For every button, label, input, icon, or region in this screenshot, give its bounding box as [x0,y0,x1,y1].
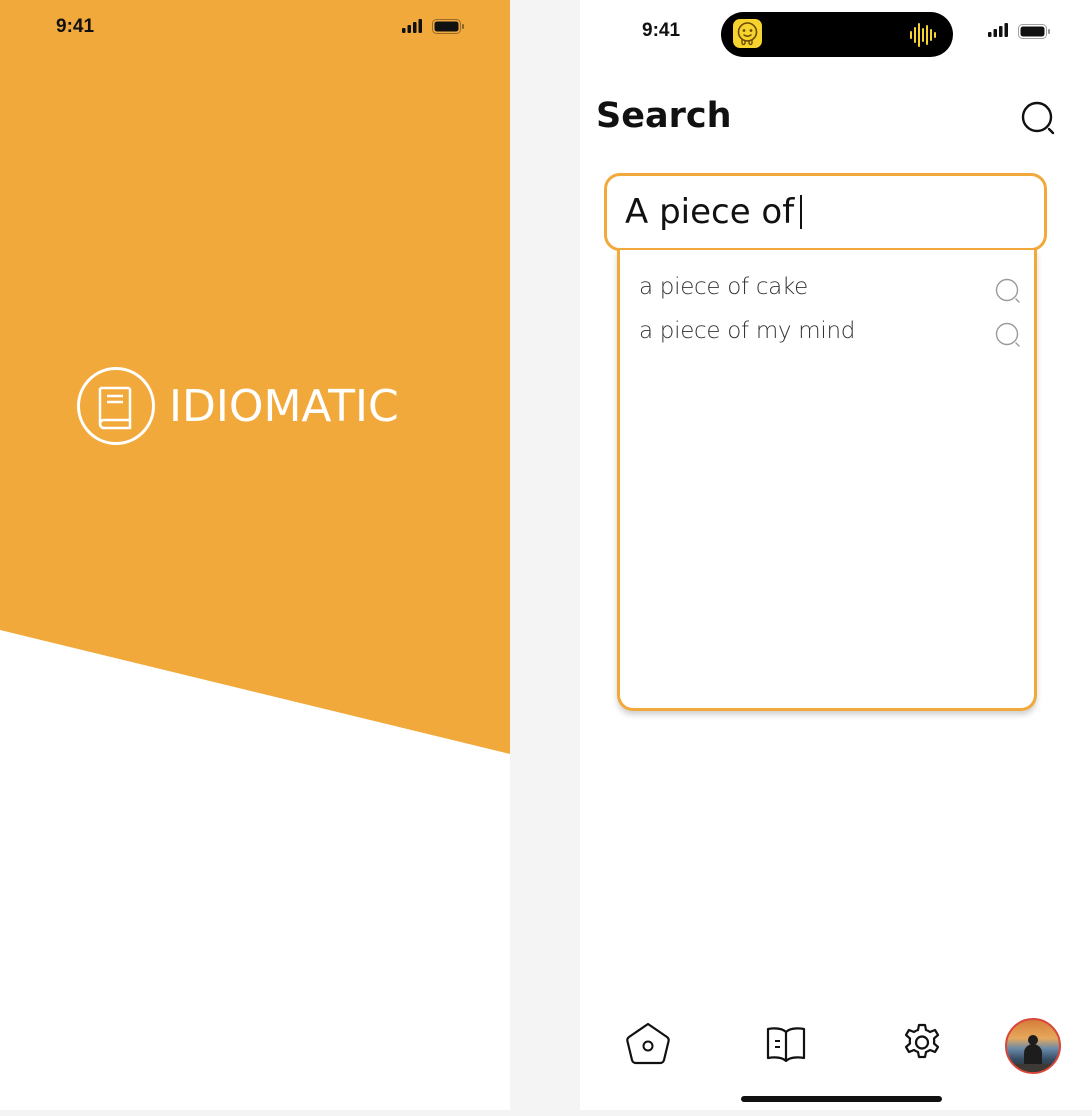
avatar-photo [1007,1035,1059,1072]
search-icon [995,278,1020,303]
battery-icon [1018,24,1050,39]
suggestion-item[interactable]: a piece of my mind [639,318,1021,350]
status-time: 9:41 [56,16,95,37]
search-icon[interactable] [1021,101,1057,137]
app-logo: IDIOMATIC [76,366,399,446]
book-icon [77,367,155,445]
gear-icon[interactable] [898,1020,946,1068]
search-input-value[interactable]: A piece of [625,192,803,232]
search-screen: 9:41 Search A piece of a piece of cake a… [580,0,1092,1110]
status-time: 9:41 [642,20,681,41]
signal-icon [402,19,422,33]
divider-gap [510,0,580,1110]
battery-icon [432,19,464,34]
melting-smiley-icon [733,19,762,48]
status-bar: 9:41 [0,0,510,54]
home-icon[interactable] [624,1020,672,1068]
dynamic-island[interactable] [721,12,953,57]
open-book-icon[interactable] [762,1020,810,1068]
avatar[interactable] [1005,1018,1061,1074]
splash-screen: 9:41 IDIOMATIC [0,0,510,1110]
page-title: Search [596,96,732,136]
suggestion-label: a piece of cake [639,274,809,300]
home-indicator [741,1096,942,1102]
text-caret [800,195,803,229]
brand-name: IDIOMATIC [169,380,399,432]
suggestion-label: a piece of my mind [639,318,856,344]
search-icon [995,322,1020,347]
audio-waveform-icon [910,23,936,47]
signal-icon [988,23,1008,37]
search-input[interactable]: A piece of [604,173,1047,251]
bottom-nav [580,1010,1092,1080]
suggestion-item[interactable]: a piece of cake [639,274,1021,306]
suggestions-dropdown: a piece of cake a piece of my mind [617,250,1037,711]
